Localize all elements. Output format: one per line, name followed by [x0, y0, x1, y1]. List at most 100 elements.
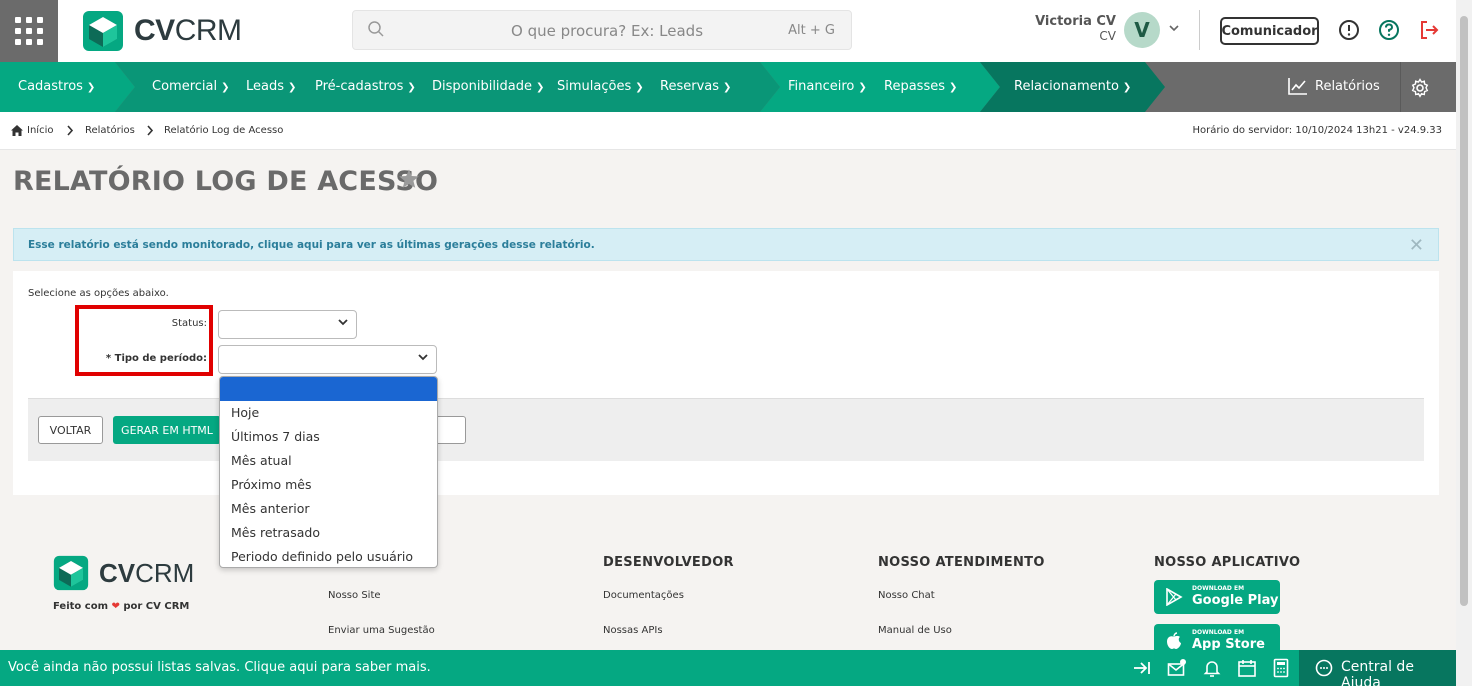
chevron-down-icon	[338, 319, 348, 326]
period-type-options[interactable]: Hoje Últimos 7 dias Mês atual Próximo mê…	[219, 376, 438, 568]
footer-heading-support: NOSSO ATENDIMENTO	[878, 555, 1045, 570]
help-center-button[interactable]: Central de Ajuda	[1299, 650, 1456, 686]
google-play-icon	[1166, 588, 1183, 606]
gear-icon[interactable]	[1410, 78, 1430, 98]
search-input[interactable]: O que procura? Ex: Leads Alt + G	[352, 10, 852, 50]
option-empty[interactable]	[220, 377, 437, 401]
period-type-select[interactable]	[218, 345, 437, 374]
option-ultimos-7-dias[interactable]: Últimos 7 dias	[220, 425, 437, 449]
user-subtitle: CV	[1099, 29, 1116, 43]
chevron-right-icon	[147, 125, 154, 136]
breadcrumb-home[interactable]: Início	[27, 125, 53, 136]
header-divider	[1199, 10, 1200, 50]
chevron-down-icon: ❯	[288, 82, 297, 93]
nav-repasses[interactable]: Repasses ❯	[884, 79, 957, 94]
breadcrumb: Início Relatórios Relatório Log de Acess…	[0, 112, 1456, 150]
chat-bubble-icon	[1315, 659, 1333, 677]
info-icon[interactable]	[1338, 19, 1360, 41]
breadcrumb-relatorios[interactable]: Relatórios	[85, 125, 135, 136]
grid-icon	[15, 17, 43, 45]
footer-link-suggestion[interactable]: Enviar uma Sugestão	[328, 625, 435, 636]
cvcrm-logo-icon	[53, 555, 89, 591]
footer-link-site[interactable]: Nosso Site	[328, 590, 381, 601]
chevron-down-icon: ❯	[536, 82, 545, 93]
footer-link-docs[interactable]: Documentações	[603, 590, 684, 601]
nav-cadastros[interactable]: Cadastros ❯	[18, 79, 95, 94]
nav-divider	[1400, 62, 1401, 112]
apple-icon	[1167, 632, 1181, 649]
scrollbar-thumb[interactable]	[1460, 16, 1468, 606]
search-placeholder: O que procura? Ex: Leads	[511, 22, 704, 40]
footer-link-apis[interactable]: Nossas APIs	[603, 625, 663, 636]
option-mes-anterior[interactable]: Mês anterior	[220, 497, 437, 521]
apps-menu-button[interactable]	[0, 0, 58, 62]
monitoring-alert[interactable]: Esse relatório está sendo monitorado, cl…	[13, 228, 1439, 261]
footer-heading-app: NOSSO APLICATIVO	[1154, 555, 1301, 570]
nav-pre-cadastros[interactable]: Pré-cadastros ❯	[315, 79, 416, 94]
logo-suffix: CRM	[174, 14, 242, 47]
logo-prefix: CV	[134, 14, 175, 47]
bell-icon[interactable]	[1202, 658, 1222, 678]
footer-link-manual[interactable]: Manual de Uso	[878, 625, 952, 636]
chevron-down-icon: ❯	[723, 82, 732, 93]
alert-text[interactable]: Esse relatório está sendo monitorado, cl…	[28, 239, 595, 251]
chevron-down-icon: ❯	[858, 82, 867, 93]
calendar-icon[interactable]	[1237, 658, 1257, 678]
cvcrm-logo[interactable]: CVCRM	[82, 10, 242, 52]
nav-leads[interactable]: Leads ❯	[246, 79, 296, 94]
avatar[interactable]: V	[1124, 12, 1160, 48]
nav-relacionamento[interactable]: Relacionamento ❯	[1014, 79, 1131, 94]
search-shortcut: Alt + G	[788, 23, 835, 38]
generate-html-button[interactable]: GERAR EM HTML	[113, 416, 221, 444]
calculator-icon[interactable]	[1271, 658, 1291, 678]
home-icon[interactable]	[10, 124, 24, 137]
logout-icon[interactable]	[1418, 19, 1440, 41]
chart-line-icon	[1288, 78, 1307, 95]
highlight-box	[75, 305, 213, 376]
google-play-button[interactable]: DOWNLOAD EM Google Play	[1154, 580, 1280, 614]
option-periodo-definido[interactable]: Periodo definido pelo usuário	[220, 545, 437, 567]
communicator-button[interactable]: Comunicador	[1220, 17, 1319, 45]
form-hint: Selecione as opções abaixo.	[28, 288, 169, 299]
favorite-star-icon[interactable]	[398, 168, 420, 190]
chevron-down-icon: ❯	[1122, 82, 1132, 93]
nav-reservas[interactable]: Reservas ❯	[660, 79, 731, 94]
footer-tagline: Feito com ❤ por CV CRM	[53, 601, 190, 612]
breadcrumb-current: Relatório Log de Acesso	[164, 125, 284, 136]
user-info[interactable]: Victoria CV CV	[1030, 14, 1116, 43]
chevron-down-icon	[418, 354, 428, 361]
chevron-down-icon: ❯	[221, 82, 230, 93]
cvcrm-logo-icon	[83, 11, 123, 51]
footer-heading-developer: DESENVOLVEDOR	[603, 555, 734, 570]
chevron-down-icon: ❯	[948, 82, 958, 93]
main-nav: Cadastros ❯ Comercial ❯ Leads ❯ Pré-cadastr…	[0, 62, 1456, 112]
footer-logo-suffix: CRM	[135, 557, 195, 588]
chevron-down-icon[interactable]	[1168, 22, 1180, 34]
help-icon[interactable]	[1378, 19, 1400, 41]
nav-relatorios[interactable]: Relatórios	[1288, 77, 1380, 95]
chevron-right-icon	[67, 125, 74, 136]
option-mes-atual[interactable]: Mês atual	[220, 449, 437, 473]
heart-icon: ❤	[111, 601, 120, 612]
status-select[interactable]	[218, 310, 357, 339]
top-header: CVCRM O que procura? Ex: Leads Alt + G V…	[0, 0, 1456, 62]
close-icon[interactable]: ✕	[1409, 235, 1424, 256]
saved-lists-message[interactable]: Você ainda não possui listas salvas. Cli…	[8, 660, 431, 675]
option-proximo-mes[interactable]: Próximo mês	[220, 473, 437, 497]
nav-disponibilidade[interactable]: Disponibilidade ❯	[432, 79, 544, 94]
option-mes-retrasado[interactable]: Mês retrasado	[220, 521, 437, 545]
footer-logo: CVCRM	[53, 555, 194, 591]
chevron-down-icon: ❯	[86, 82, 96, 93]
footer-link-chat[interactable]: Nosso Chat	[878, 590, 935, 601]
nav-comercial[interactable]: Comercial ❯	[152, 79, 229, 94]
page-title: RELATÓRIO LOG DE ACESSO	[13, 166, 439, 197]
mail-icon[interactable]	[1167, 658, 1187, 678]
page-scrollbar[interactable]	[1456, 0, 1472, 686]
nav-financeiro[interactable]: Financeiro ❯	[788, 79, 867, 94]
option-hoje[interactable]: Hoje	[220, 401, 437, 425]
footer-logo-prefix: CV	[99, 557, 136, 588]
nav-simulacoes[interactable]: Simulações ❯	[557, 79, 644, 94]
back-button[interactable]: VOLTAR	[38, 416, 103, 444]
collapse-right-icon[interactable]	[1132, 658, 1152, 678]
server-time: Horário do servidor: 10/10/2024 13h21 - …	[1192, 125, 1442, 136]
